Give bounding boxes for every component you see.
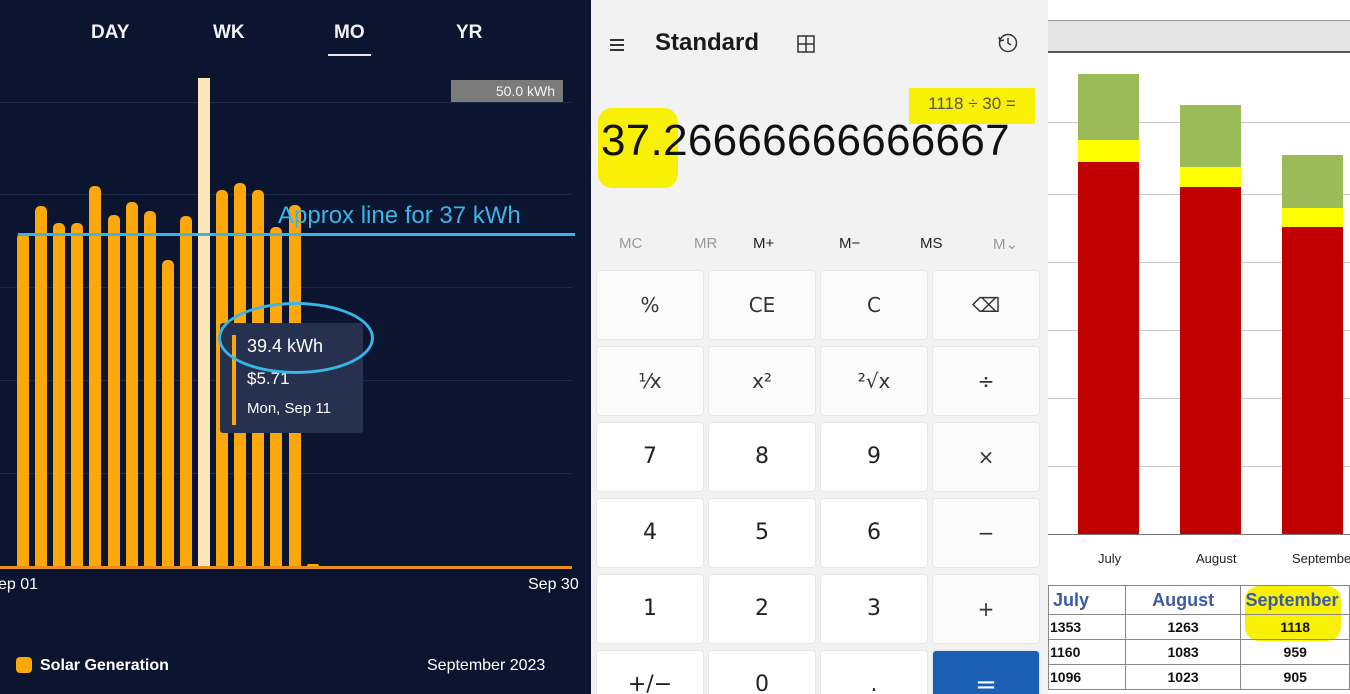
hamburger-menu-icon[interactable] [606, 33, 632, 57]
memory-add-button[interactable]: M+ [753, 235, 774, 252]
reciprocal-key[interactable]: ¹⁄x [596, 346, 704, 416]
bar-day-06[interactable] [107, 215, 120, 566]
reference-line-annotation: Approx line for 37 kWh [278, 202, 521, 229]
table-row: 1160 1083 959 [1048, 639, 1350, 665]
digit-9-key[interactable]: 9 [820, 422, 928, 492]
memory-recall-button[interactable]: MR [694, 235, 717, 252]
month-label-september: September [1292, 551, 1350, 566]
bar-day-10[interactable] [179, 216, 192, 566]
square-key[interactable]: x² [708, 346, 816, 416]
table-row: 1353 1263 1118 [1048, 614, 1350, 640]
digit-3-key[interactable]: 3 [820, 574, 928, 644]
digit-6-key[interactable]: 6 [820, 498, 928, 568]
clear-key[interactable]: C [820, 270, 928, 340]
spreadsheet-top-area [1048, 0, 1350, 20]
memory-list-button[interactable]: M⌄ [993, 235, 1018, 253]
bar-day-02[interactable] [35, 205, 48, 566]
table-cell[interactable]: 1083 [1124, 639, 1242, 665]
keep-on-top-icon[interactable] [795, 33, 819, 57]
annotation-circle [218, 302, 374, 374]
month-label-july: July [1098, 551, 1122, 566]
clear-entry-key[interactable]: CE [708, 270, 816, 340]
bar-day-03[interactable] [53, 222, 66, 566]
x-axis-end-label: Sep 30 [528, 576, 579, 593]
bar-day-01[interactable] [17, 233, 29, 566]
table-cell[interactable]: 1023 [1124, 664, 1242, 690]
legend-swatch [16, 657, 32, 673]
percent-key[interactable]: % [596, 270, 704, 340]
digit-1-key[interactable]: 1 [596, 574, 704, 644]
table-cell[interactable]: 905 [1240, 664, 1350, 690]
x-axis-start-label: ep 01 [0, 576, 39, 593]
legend-label: Solar Generation [40, 657, 169, 674]
stacked-bar-august-segment[interactable] [1180, 167, 1241, 187]
chart-axis [1048, 534, 1350, 535]
memory-clear-button[interactable]: MC [619, 235, 642, 252]
tooltip-date: Mon, Sep 11 [247, 400, 331, 417]
table-header-july[interactable]: July [1048, 585, 1126, 615]
backspace-key[interactable]: ⌫ [932, 270, 1040, 340]
bar-day-05[interactable] [89, 185, 102, 566]
solar-app-panel: DAY WK MO YR 50.0 kWh Approx line for 37… [0, 0, 591, 694]
square-root-key[interactable]: ²√x [820, 346, 928, 416]
bar-day-07[interactable] [125, 201, 138, 566]
stacked-bar-august-segment[interactable] [1180, 187, 1241, 534]
table-header-august[interactable]: August [1124, 585, 1242, 615]
history-icon[interactable] [996, 31, 1022, 57]
calculator-mode-title: Standard [655, 29, 760, 56]
table-cell[interactable]: 1263 [1124, 614, 1242, 640]
table-cell[interactable]: 1118 [1240, 614, 1350, 640]
bar-day-09[interactable] [161, 259, 174, 566]
month-label-august: August [1196, 551, 1237, 566]
stacked-bar-july-segment[interactable] [1078, 140, 1139, 162]
table-cell[interactable]: 959 [1240, 639, 1350, 665]
memory-subtract-button[interactable]: M− [839, 235, 860, 252]
digit-8-key[interactable]: 8 [708, 422, 816, 492]
stacked-bar-september-segment[interactable] [1282, 155, 1343, 208]
bar-day-08[interactable] [143, 210, 156, 566]
stacked-bar-july-segment[interactable] [1078, 162, 1139, 534]
bar-day-04[interactable] [71, 222, 84, 566]
digit-2-key[interactable]: 2 [708, 574, 816, 644]
multiply-key[interactable]: × [932, 422, 1040, 492]
table-header-september[interactable]: September [1240, 585, 1350, 615]
negate-key[interactable]: +/− [596, 650, 704, 694]
stacked-bar-september-segment[interactable] [1282, 227, 1343, 534]
stacked-bar-july-segment[interactable] [1078, 74, 1139, 140]
result-display: 37.26666666666667 [601, 116, 1010, 165]
divide-key[interactable]: ÷ [932, 346, 1040, 416]
equals-key[interactable]: = [932, 650, 1040, 694]
spreadsheet-header-bar [1048, 20, 1350, 53]
digit-4-key[interactable]: 4 [596, 498, 704, 568]
monthly-stacked-chart [1048, 52, 1350, 540]
spreadsheet-chart-panel: July August September July August Septem… [1048, 0, 1350, 694]
stacked-bar-september-segment[interactable] [1282, 208, 1343, 227]
digit-7-key[interactable]: 7 [596, 422, 704, 492]
memory-store-button[interactable]: MS [920, 235, 943, 252]
chart-baseline [0, 566, 572, 569]
reference-line [18, 233, 575, 236]
subtract-key[interactable]: − [932, 498, 1040, 568]
decimal-key[interactable]: . [820, 650, 928, 694]
digit-5-key[interactable]: 5 [708, 498, 816, 568]
table-cell[interactable]: 1353 [1048, 614, 1126, 640]
month-label[interactable]: September 2023 [427, 657, 545, 675]
monthly-data-table: July August September 1353 1263 1118 116… [1048, 585, 1350, 690]
digit-0-key[interactable]: 0 [708, 650, 816, 694]
calculator-window: Standard 1118 ÷ 30 = 37.26666666666667 M… [591, 0, 1049, 694]
add-key[interactable]: + [932, 574, 1040, 644]
stacked-bar-august-segment[interactable] [1180, 105, 1241, 167]
table-row: 1096 1023 905 [1048, 664, 1350, 690]
table-cell[interactable]: 1096 [1048, 664, 1126, 690]
table-cell[interactable]: 1160 [1048, 639, 1126, 665]
